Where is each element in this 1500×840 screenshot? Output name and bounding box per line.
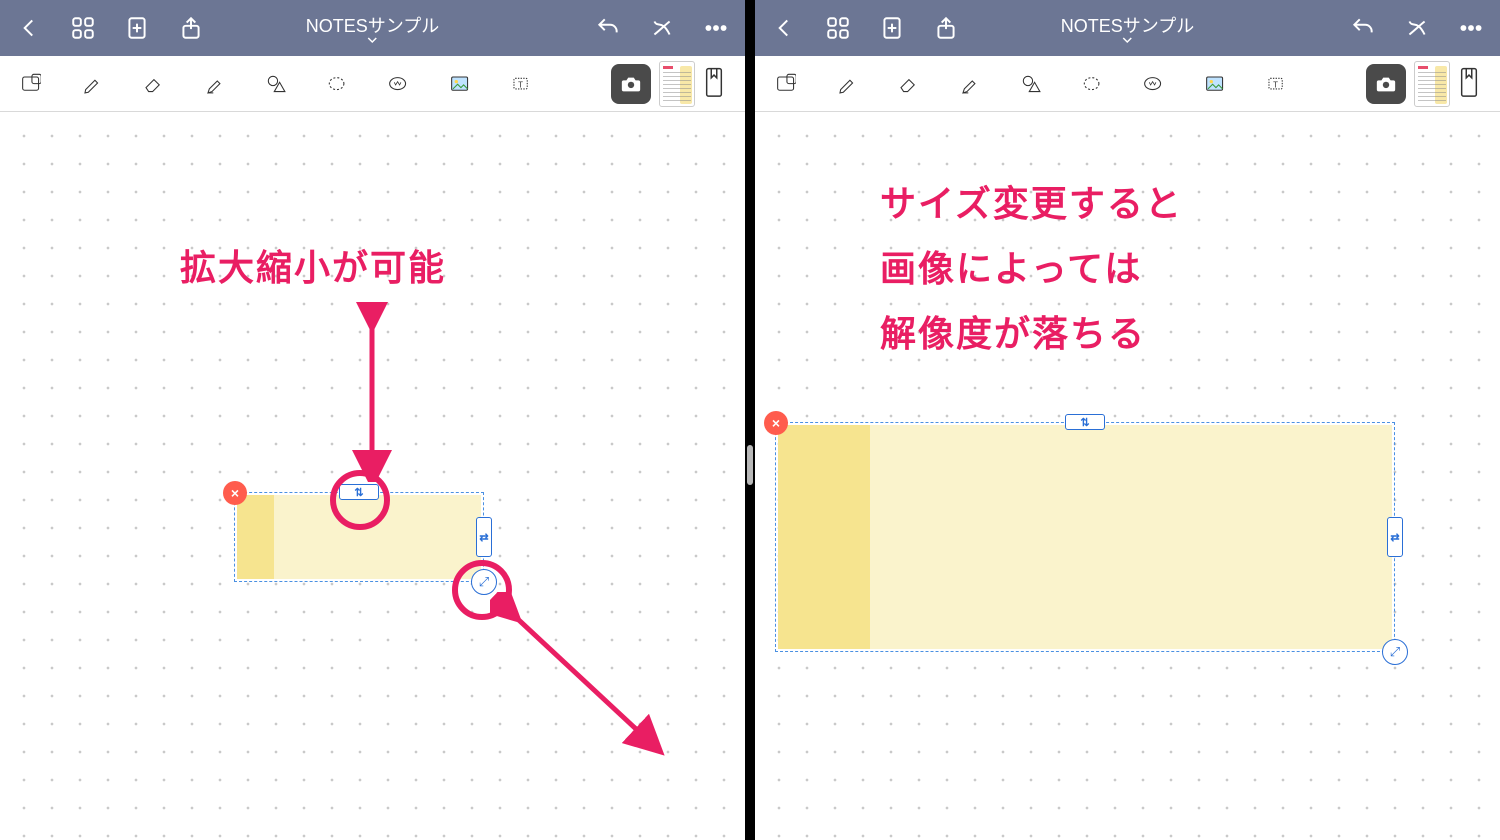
sticker-close-button[interactable]: × <box>764 411 788 435</box>
chevron-down-icon <box>367 36 379 44</box>
grid-icon[interactable] <box>70 15 96 41</box>
resize-handle-corner[interactable]: ⤢ <box>1382 639 1408 665</box>
resize-handle-right[interactable]: ⇄ <box>476 517 492 557</box>
undo-icon[interactable] <box>1350 15 1376 41</box>
share-icon[interactable] <box>178 15 204 41</box>
lasso-icon[interactable] <box>326 68 347 100</box>
bookmark-icon[interactable] <box>1458 64 1480 104</box>
page-title[interactable]: NOTESサンプル <box>306 12 439 44</box>
resize-handle-right[interactable]: ⇄ <box>1387 517 1403 557</box>
resize-handle-top[interactable]: ⇅ <box>1065 414 1105 430</box>
sticker-icon[interactable] <box>1142 68 1163 100</box>
toolbar: T <box>755 56 1500 112</box>
split-divider <box>745 0 755 840</box>
text-icon[interactable]: T <box>510 68 531 100</box>
diagonal-arrow-icon <box>490 592 670 762</box>
title-text: NOTESサンプル <box>1061 12 1194 38</box>
back-icon[interactable] <box>16 15 42 41</box>
navbar: NOTESサンプル <box>755 0 1500 56</box>
back-icon[interactable] <box>771 15 797 41</box>
annotation-text: サイズ変更すると 画像によっては 解像度が落ちる <box>880 172 1183 366</box>
more-icon[interactable] <box>1458 15 1484 41</box>
page-title[interactable]: NOTESサンプル <box>1061 12 1194 44</box>
page-thumbnail[interactable] <box>1414 61 1450 107</box>
split-handle-icon[interactable] <box>747 445 753 485</box>
svg-text:T: T <box>1273 80 1278 89</box>
undo-icon[interactable] <box>595 15 621 41</box>
toolbar: T <box>0 56 745 112</box>
lasso-icon[interactable] <box>1081 68 1102 100</box>
text-icon[interactable]: T <box>1265 68 1286 100</box>
shapes-icon[interactable] <box>265 68 286 100</box>
left-pane: NOTESサンプル T <box>0 0 745 840</box>
close-menu-icon[interactable] <box>649 15 675 41</box>
camera-button[interactable] <box>1366 64 1406 104</box>
vertical-arrow-icon <box>352 302 392 482</box>
sticker-fill <box>778 425 1392 649</box>
canvas[interactable]: 拡大縮小が可能 × ⇅ ⇄ ⤢ <box>0 112 745 840</box>
sticker-icon[interactable] <box>387 68 408 100</box>
right-pane: NOTESサンプル T <box>755 0 1500 840</box>
close-menu-icon[interactable] <box>1404 15 1430 41</box>
title-text: NOTESサンプル <box>306 12 439 38</box>
read-mode-icon[interactable] <box>775 68 796 100</box>
selected-sticker[interactable]: × ⇅ ⇄ ⤢ <box>775 422 1395 652</box>
annotation-text: 拡大縮小が可能 <box>180 236 446 301</box>
svg-text:T: T <box>518 80 523 89</box>
sticker-close-button[interactable]: × <box>223 481 247 505</box>
new-page-icon[interactable] <box>879 15 905 41</box>
highlighter-icon[interactable] <box>959 68 980 100</box>
navbar: NOTESサンプル <box>0 0 745 56</box>
highlight-circle-top-icon <box>330 470 390 530</box>
canvas[interactable]: サイズ変更すると 画像によっては 解像度が落ちる × ⇅ ⇄ ⤢ <box>755 112 1500 840</box>
new-page-icon[interactable] <box>124 15 150 41</box>
pen-icon[interactable] <box>836 68 857 100</box>
image-icon[interactable] <box>1204 68 1225 100</box>
more-icon[interactable] <box>703 15 729 41</box>
camera-button[interactable] <box>611 64 651 104</box>
highlighter-icon[interactable] <box>204 68 225 100</box>
pen-icon[interactable] <box>81 68 102 100</box>
chevron-down-icon <box>1122 36 1134 44</box>
eraser-icon[interactable] <box>142 68 163 100</box>
grid-icon[interactable] <box>825 15 851 41</box>
shapes-icon[interactable] <box>1020 68 1041 100</box>
bookmark-icon[interactable] <box>703 64 725 104</box>
read-mode-icon[interactable] <box>20 68 41 100</box>
page-thumbnail[interactable] <box>659 61 695 107</box>
share-icon[interactable] <box>933 15 959 41</box>
eraser-icon[interactable] <box>897 68 918 100</box>
image-icon[interactable] <box>449 68 470 100</box>
